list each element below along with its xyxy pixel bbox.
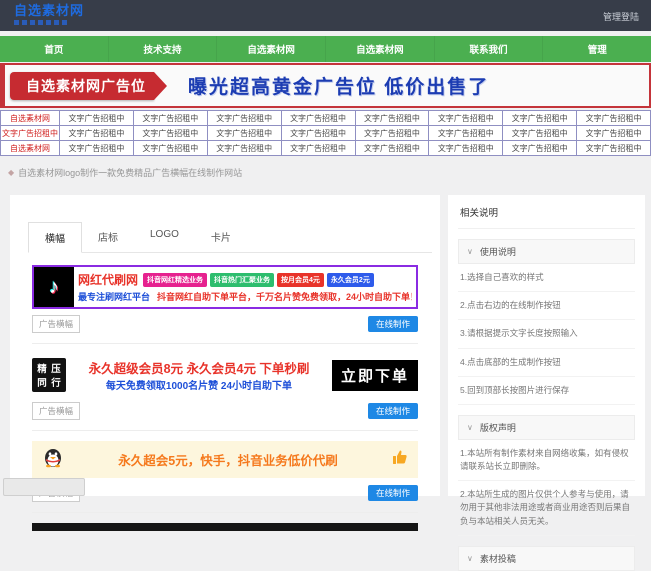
text-ad-cell[interactable]: 文字广告招租中 (60, 141, 134, 156)
top-header: 自选素材网 管理登陆 (0, 0, 651, 31)
site-logo[interactable]: 自选素材网 (14, 4, 84, 25)
nav-item[interactable]: 管理 (542, 36, 651, 62)
ad-banner-vip[interactable]: 精压同行 永久超级会员8元 永久会员4元 下单秒刷 每天免费领取1000名片赞 … (32, 354, 418, 396)
site-logo-subtitle-decoration (14, 20, 68, 25)
breadcrumb-diamond-icon: ◆ (8, 168, 14, 177)
text-ad-cell[interactable]: 文字广告招租中 (355, 111, 429, 126)
sidebar-note: 3.请根据提示文字长度按照输入 (458, 320, 635, 348)
text-ad-cell[interactable]: 文字广告招租中 (429, 141, 503, 156)
text-ad-cell[interactable]: 文字广告招租中 (60, 126, 134, 141)
tiktok-logo-icon: ♪ (34, 267, 74, 307)
sidebar-note: 1.选择自己喜欢的样式 (458, 264, 635, 292)
chevron-down-icon: ∨ (467, 423, 473, 432)
promo-pill: 按月会员4元 (277, 273, 324, 287)
site-logo-title: 自选素材网 (14, 4, 84, 18)
breadcrumb-text: 自选素材网logo制作一款免费精品广告横幅在线制作网站 (18, 166, 242, 179)
text-ad-cell[interactable]: 文字广告招租中 (429, 126, 503, 141)
text-ad-cell[interactable]: 文字广告招租中 (207, 141, 281, 156)
divider (32, 343, 418, 344)
pill-row: 抖音网红精选业务抖音热门汇聚业务按月会员4元永久会员2元 (143, 273, 374, 287)
sidebar-section-素材投稿[interactable]: ∨素材投稿 (458, 546, 635, 571)
ad-banner-cutoff[interactable] (32, 523, 418, 531)
order-now-button[interactable]: 立即下单 (332, 360, 418, 391)
sidebar-section-使用说明[interactable]: ∨使用说明 (458, 239, 635, 264)
text-ad-cell[interactable]: 文字广告招租中 (503, 141, 577, 156)
ad-banner-qq[interactable]: 永久超会5元，快手，抖音业务低价代刷 (32, 441, 418, 478)
sidebar-note: 1.本站所有制作素材来自网络收集，如有侵权请联系站长立即删除。 (458, 440, 635, 481)
nav-bar: 首页技术支持自选素材网自选素材网联系我们管理 (0, 36, 651, 62)
main-panel: 横幅店标LOGO卡片 ♪ 网红代刷网 抖音网红精选业务抖音热门汇聚业务按月会员4… (10, 195, 440, 496)
status-tooltip (3, 478, 85, 496)
tab-bar: 横幅店标LOGO卡片 (28, 222, 432, 253)
banner1-title: 网红代刷网 (78, 271, 138, 288)
penguin-icon (42, 446, 64, 473)
sidebar-sections: ∨使用说明1.选择自己喜欢的样式2.点击右边的在线制作按钮3.请根据提示文字长度… (458, 239, 635, 571)
banner3-text: 永久超会5元，快手，抖音业务低价代刷 (72, 450, 384, 469)
ad-type-label: 广告横幅 (32, 402, 80, 420)
banner1-subtitle: 最专注刷网红平台 (78, 290, 150, 303)
text-ad-cell[interactable]: 文字广告招租中 (133, 126, 207, 141)
sidebar-note: 2.点击右边的在线制作按钮 (458, 292, 635, 320)
sidebar-note: 2.本站所生成的图片仅供个人参考与使用，请勿用于其他非法用途或者商业用途否则后果… (458, 481, 635, 536)
banner2-logo-icon: 精压同行 (32, 358, 66, 392)
text-ad-cell[interactable]: 自选素材网 (1, 141, 60, 156)
text-ad-cell[interactable]: 文字广告招租中 (503, 111, 577, 126)
text-ad-cell[interactable]: 文字广告招租中 (60, 111, 134, 126)
banner2-line1: 永久超级会员8元 永久会员4元 下单秒刷 (74, 358, 324, 377)
text-ad-cell[interactable]: 文字广告招租中 (429, 111, 503, 126)
text-ad-table: 自选素材网文字广告招租中文字广告招租中文字广告招租中文字广告招租中文字广告招租中… (0, 110, 651, 156)
make-online-button-2[interactable]: 在线制作 (368, 403, 418, 419)
breadcrumb: ◆ 自选素材网logo制作一款免费精品广告横幅在线制作网站 (8, 166, 242, 179)
text-ad-cell[interactable]: 文字广告招租中 (281, 111, 355, 126)
tab-店标[interactable]: 店标 (82, 222, 134, 252)
promo-pill: 永久会员2元 (327, 273, 374, 287)
nav-item[interactable]: 联系我们 (434, 36, 543, 62)
text-ad-cell[interactable]: 文字广告招租中 (133, 141, 207, 156)
text-ad-cell[interactable]: 文字广告招租中 (133, 111, 207, 126)
promo-pill: 抖音热门汇聚业务 (210, 273, 274, 287)
promo-headline: 曝光超高黄金广告位 低价出售了 (188, 72, 489, 99)
promo-ribbon: 自选素材网广告位 (10, 72, 154, 100)
sidebar-section-版权声明[interactable]: ∨版权声明 (458, 415, 635, 440)
nav-item[interactable]: 技术支持 (108, 36, 217, 62)
promo-ad-banner[interactable]: 自选素材网广告位 曝光超高黄金广告位 低价出售了 (0, 63, 651, 108)
text-ad-cell[interactable]: 文字广告招租中 (503, 126, 577, 141)
text-ad-cell[interactable]: 文字广告招租中 (577, 141, 651, 156)
text-ad-cell[interactable]: 自选素材网 (1, 111, 60, 126)
text-ad-cell[interactable]: 文字广告招租中 (577, 126, 651, 141)
sidebar-title: 相关说明 (458, 203, 635, 229)
promo-pill: 抖音网红精选业务 (143, 273, 207, 287)
banner1-tagline: 抖音网红自助下单平台，千万名片赞免费领取，24小时自助下单！ (157, 290, 412, 303)
ad-banner-tiktok[interactable]: ♪ 网红代刷网 抖音网红精选业务抖音热门汇聚业务按月会员4元永久会员2元 最专注… (32, 265, 418, 309)
text-ad-cell[interactable]: 文字广告招租中 (355, 141, 429, 156)
thumbs-up-icon (392, 449, 408, 470)
nav-item[interactable]: 首页 (0, 36, 108, 62)
text-ad-cell[interactable]: 文字广告招租中 (577, 111, 651, 126)
text-ad-cell[interactable]: 文字广告招租中 (207, 111, 281, 126)
nav-item[interactable]: 自选素材网 (325, 36, 434, 62)
nav-item[interactable]: 自选素材网 (216, 36, 325, 62)
chevron-down-icon: ∨ (467, 247, 473, 256)
banner2-line2: 每天免费领取1000名片赞 24小时自助下单 (74, 377, 324, 392)
text-ad-cell[interactable]: 文字广告招租中 (1, 126, 60, 141)
admin-login-link[interactable]: 管理登陆 (603, 10, 639, 23)
tab-卡片[interactable]: 卡片 (195, 222, 247, 252)
ad-type-label: 广告横幅 (32, 315, 80, 333)
make-online-button-3[interactable]: 在线制作 (368, 485, 418, 501)
text-ad-cell[interactable]: 文字广告招租中 (281, 141, 355, 156)
tab-横幅[interactable]: 横幅 (28, 222, 82, 253)
text-ad-cell[interactable]: 文字广告招租中 (355, 126, 429, 141)
text-ad-cell[interactable]: 文字广告招租中 (281, 126, 355, 141)
chevron-down-icon: ∨ (467, 554, 473, 563)
divider (32, 512, 418, 513)
tab-LOGO[interactable]: LOGO (134, 222, 195, 252)
sidebar-note: 4.点击底部的生成制作按钮 (458, 349, 635, 377)
sidebar: 相关说明 ∨使用说明1.选择自己喜欢的样式2.点击右边的在线制作按钮3.请根据提… (448, 195, 645, 496)
text-ad-cell[interactable]: 文字广告招租中 (207, 126, 281, 141)
divider (32, 430, 418, 431)
make-online-button-1[interactable]: 在线制作 (368, 316, 418, 332)
sidebar-note: 5.回到顶部长按图片进行保存 (458, 377, 635, 405)
